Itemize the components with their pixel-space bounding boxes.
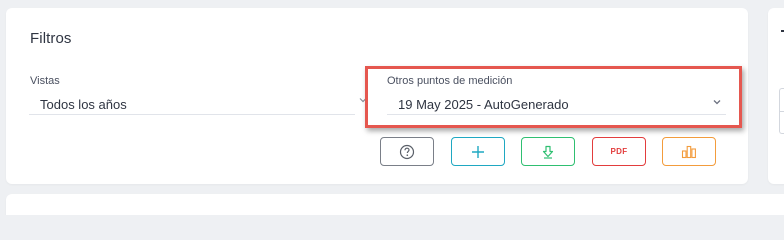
pdf-button[interactable]: PDF — [592, 137, 646, 166]
help-icon — [399, 144, 415, 160]
page: Filtros Vistas Todos los años Otros punt… — [0, 0, 784, 215]
otros-puntos-select[interactable]: 19 May 2025 - AutoGenerado — [387, 94, 726, 115]
otros-puntos-select-value: 19 May 2025 - AutoGenerado — [398, 97, 569, 112]
chart-icon — [681, 145, 697, 159]
vistas-label: Vistas — [30, 75, 60, 87]
bottom-card — [6, 194, 784, 215]
otros-puntos-label: Otros puntos de medición — [387, 75, 513, 87]
filters-card: Filtros Vistas Todos los años Otros punt… — [6, 8, 748, 184]
vistas-select[interactable]: Todos los años — [29, 94, 367, 115]
right-card — [768, 8, 784, 184]
chevron-down-icon — [712, 95, 722, 105]
plus-icon — [471, 145, 485, 159]
help-button[interactable] — [380, 137, 434, 166]
add-button[interactable] — [451, 137, 505, 166]
vistas-select-value: Todos los años — [40, 97, 127, 112]
download-icon — [541, 145, 555, 159]
pdf-icon: PDF — [610, 147, 628, 156]
chart-button[interactable] — [662, 137, 716, 166]
download-button[interactable] — [521, 137, 575, 166]
filters-title: Filtros — [30, 30, 72, 47]
truncated-input[interactable] — [779, 88, 784, 134]
